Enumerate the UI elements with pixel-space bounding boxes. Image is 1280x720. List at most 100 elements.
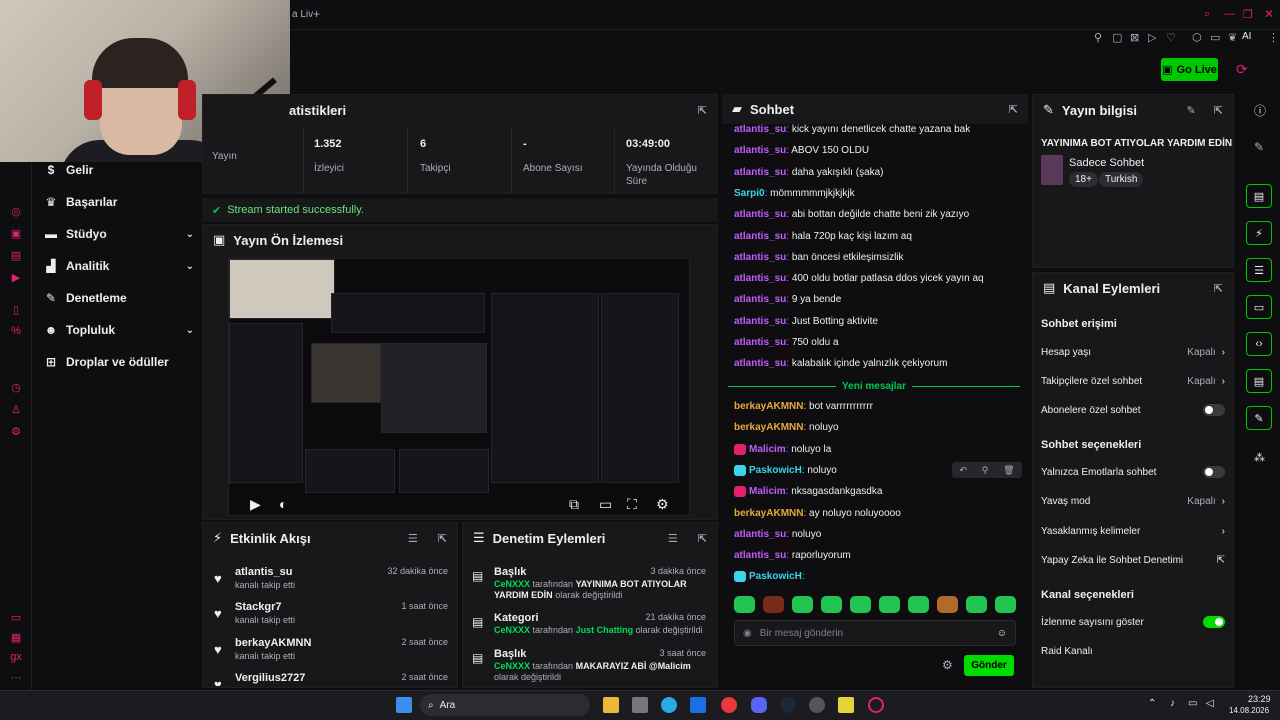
opera-gx-icon[interactable] <box>868 697 884 713</box>
store-icon[interactable] <box>632 697 648 713</box>
close-icon[interactable]: ✕ <box>1264 7 1274 21</box>
rail-channel-button[interactable]: ▤ <box>1246 369 1272 393</box>
emote-icon[interactable] <box>908 596 929 613</box>
emoji-icon[interactable]: ☺ <box>997 628 1007 639</box>
subs-only-toggle[interactable] <box>1203 404 1225 416</box>
rail-activity-button[interactable]: ⚡ <box>1246 221 1272 245</box>
play-icon[interactable]: ▷ <box>1148 31 1156 44</box>
popout-icon[interactable]: ⇱ <box>438 532 447 545</box>
slow-mode-option[interactable]: Yavaş mod Kapalı › <box>1041 492 1225 510</box>
emote-only-option[interactable]: Yalnızca Emotlarla sohbet <box>1041 463 1225 481</box>
rail-wrench-button[interactable]: ✎ <box>1246 406 1272 430</box>
subs-only-option[interactable]: Abonelere özel sohbet <box>1041 401 1225 419</box>
chat-username[interactable]: atlantis_su <box>734 529 786 540</box>
emote-icon[interactable] <box>734 596 755 613</box>
chat-username[interactable]: atlantis_su <box>734 252 786 263</box>
block-icon[interactable]: ⊠ <box>1130 31 1139 44</box>
emote-only-toggle[interactable] <box>1203 466 1225 478</box>
gx-icon[interactable]: gx <box>9 650 23 664</box>
emote-icon[interactable] <box>879 596 900 613</box>
mute-icon[interactable]: ◐ <box>279 496 287 512</box>
clock-time[interactable]: 23:29 <box>1248 694 1271 704</box>
followers-only-option[interactable]: Takipçilere özel sohbet Kapalı › <box>1041 372 1225 390</box>
more-icon[interactable]: ⋯ <box>9 670 23 684</box>
filter-icon[interactable]: ☰ <box>408 532 418 545</box>
clock-icon[interactable]: ◷ <box>9 380 23 394</box>
rail-stats-button[interactable]: ▤ <box>1246 184 1272 208</box>
account-age-option[interactable]: Hesap yaşı Kapalı › <box>1041 343 1225 361</box>
taskbar-search[interactable]: ⌕ Ara <box>420 694 590 716</box>
clock-date[interactable]: 14.08.2026 <box>1229 706 1269 715</box>
theater-icon[interactable]: ▭ <box>599 496 612 513</box>
emote-icon[interactable] <box>966 596 987 613</box>
leaf-icon[interactable]: ❦ <box>1228 31 1237 44</box>
stream-preview-video[interactable] <box>228 258 690 516</box>
nav-item-analitik[interactable]: ▟ Analitik ⌄ <box>44 254 194 278</box>
chat-username[interactable]: atlantis_su <box>734 209 786 220</box>
heart-icon[interactable]: ♡ <box>1166 31 1176 44</box>
network-icon[interactable]: ▭ <box>1188 698 1197 709</box>
popout-icon[interactable]: ⇱ <box>698 104 707 117</box>
send-button[interactable]: Gönder <box>964 655 1014 676</box>
layout-icon[interactable]: ▭ <box>9 610 23 624</box>
emote-icon[interactable] <box>763 596 784 613</box>
info-icon[interactable]: ⓘ <box>1254 102 1266 119</box>
users-icon[interactable]: ♙ <box>9 402 23 416</box>
nav-item-droplar[interactable]: ⊞ Droplar ve ödüller <box>44 350 194 374</box>
emote-icon[interactable] <box>792 596 813 613</box>
obs-icon[interactable] <box>809 697 825 713</box>
chat-username[interactable]: atlantis_su <box>734 167 786 178</box>
chat-input[interactable]: ◉ Bir mesaj gönderin ☺ <box>734 620 1016 646</box>
outlook-icon[interactable] <box>690 697 706 713</box>
ai-button[interactable]: AI <box>1242 31 1251 42</box>
browser-tab[interactable]: a Liv <box>292 9 313 20</box>
apps-icon[interactable]: ⁂ <box>1254 451 1265 464</box>
ai-moderation-option[interactable]: Yapay Zeka ile Sohbet Denetimi ⇱ <box>1041 551 1225 569</box>
minimize-icon[interactable]: — <box>1224 8 1235 20</box>
twitch-icon[interactable]: ▯ <box>9 302 23 316</box>
grid-icon[interactable]: ▦ <box>9 630 23 644</box>
discord-icon[interactable] <box>751 697 767 713</box>
wallet-icon[interactable]: ▭ <box>1210 31 1220 44</box>
nav-item-denetleme[interactable]: ✎ Denetleme <box>44 286 194 310</box>
refresh-icon[interactable]: ⟳ <box>1236 61 1248 78</box>
pip-icon[interactable]: ⧉ <box>569 496 579 513</box>
steam-icon[interactable] <box>780 697 796 713</box>
screenshot-icon[interactable]: ▢ <box>1112 31 1122 44</box>
mic-icon[interactable]: ♪ <box>1170 698 1175 709</box>
rail-list-button[interactable]: ☰ <box>1246 258 1272 282</box>
tray-chevron-icon[interactable]: ⌃ <box>1148 698 1156 709</box>
youtube-icon[interactable]: ▶ <box>9 270 23 284</box>
chat-username[interactable]: Malicim <box>749 486 786 497</box>
nav-item-studyo[interactable]: ▬ Stüdyo ⌄ <box>44 222 194 246</box>
nav-item-basarilar[interactable]: ♛ Başarılar <box>44 190 194 214</box>
chat-username[interactable]: Malicim <box>749 444 786 455</box>
viewcount-option[interactable]: İzlenme sayısını göster <box>1041 613 1225 631</box>
chat-username[interactable]: PaskowicH <box>749 572 802 583</box>
emote-icon[interactable] <box>937 596 958 613</box>
extension-icon[interactable]: ⚲ <box>1094 31 1102 44</box>
chrome-icon[interactable] <box>721 697 737 713</box>
emote-icon[interactable] <box>821 596 842 613</box>
reply-icon[interactable]: ↶ <box>959 465 967 476</box>
volume-icon[interactable]: ◁ <box>1206 698 1214 709</box>
popout-icon[interactable]: ⇱ <box>1214 104 1223 117</box>
percent-icon[interactable]: % <box>9 324 23 338</box>
chat-username[interactable]: PaskowicH <box>749 465 802 476</box>
viewcount-toggle[interactable] <box>1203 616 1225 628</box>
chat-username[interactable]: berkayAKMNN <box>734 401 803 412</box>
menu-icon[interactable]: ⋮ <box>1268 31 1279 44</box>
pencil-icon[interactable]: ✎ <box>1254 140 1264 154</box>
filter-icon[interactable]: ☰ <box>668 532 678 545</box>
chat-username[interactable]: atlantis_su <box>734 273 786 284</box>
chat-username[interactable]: atlantis_su <box>734 316 786 327</box>
play-icon[interactable]: ▶ <box>250 496 261 513</box>
chat-username[interactable]: atlantis_su <box>734 231 786 242</box>
delete-icon[interactable]: 🗑 <box>1003 465 1014 476</box>
banned-words-option[interactable]: Yasaklanmış kelimeler › <box>1041 522 1225 540</box>
chat-username[interactable]: Sarpi0 <box>734 188 765 199</box>
settings-icon[interactable]: ⚙ <box>9 424 23 438</box>
settings-icon[interactable]: ⚙ <box>656 496 669 513</box>
cube-icon[interactable]: ⬡ <box>1192 31 1202 44</box>
chat-username[interactable]: atlantis_su <box>734 294 786 305</box>
